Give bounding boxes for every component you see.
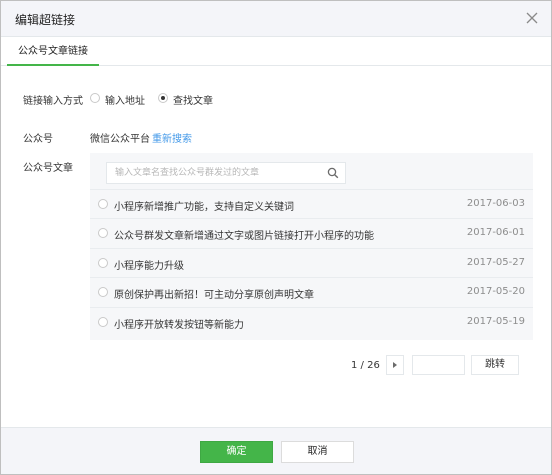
article-title: 小程序新增推广功能，支持自定义关键词: [114, 202, 294, 213]
article-title: 公众号群发文章新增通过文字或图片链接打开小程序的功能: [114, 231, 374, 242]
article-radio[interactable]: [98, 228, 108, 238]
active-tab-indicator: [7, 64, 99, 66]
research-link[interactable]: 重新搜索: [152, 130, 192, 145]
article-search-box: [106, 162, 346, 184]
article-row[interactable]: 小程序开放转发按钮等新能力 2017-05-19: [90, 307, 533, 336]
article-title: 小程序开放转发按钮等新能力: [114, 320, 244, 331]
dialog-footer: 确定 取消: [1, 427, 551, 474]
article-date: 2017-06-01: [466, 227, 525, 238]
account-label: 公众号: [23, 134, 53, 145]
link-method-label: 链接输入方式: [23, 96, 83, 107]
article-title: 小程序能力升级: [114, 261, 184, 272]
article-radio[interactable]: [98, 287, 108, 297]
radio-input-address[interactable]: [90, 93, 100, 103]
radio-input-address-label[interactable]: 输入地址: [105, 92, 145, 107]
edit-hyperlink-dialog: 编辑超链接 公众号文章链接 链接输入方式 输入地址 查找文章 公众号 微信公众平…: [0, 0, 552, 475]
article-row[interactable]: 小程序能力升级 2017-05-27: [90, 248, 533, 277]
article-title: 原创保护再出新招！可主动分享原创声明文章: [114, 290, 314, 301]
page-indicator: 1 / 26: [351, 360, 380, 371]
close-icon[interactable]: [525, 11, 539, 25]
tab-bar: 公众号文章链接: [1, 37, 551, 66]
next-page-button[interactable]: [386, 355, 404, 375]
tab-article-link[interactable]: 公众号文章链接: [7, 37, 99, 66]
article-date: 2017-06-03: [466, 198, 525, 209]
dialog-title: 编辑超链接: [15, 13, 76, 27]
account-name: 微信公众平台: [90, 134, 150, 145]
articles-label: 公众号文章: [23, 163, 73, 174]
dialog-header: 编辑超链接: [1, 1, 551, 37]
search-icon[interactable]: [327, 167, 339, 179]
page-number-input[interactable]: [412, 355, 465, 375]
article-date: 2017-05-27: [466, 257, 525, 268]
radio-find-article[interactable]: [158, 93, 168, 103]
article-radio[interactable]: [98, 317, 108, 327]
jump-button[interactable]: 跳转: [471, 355, 519, 375]
article-row[interactable]: 原创保护再出新招！可主动分享原创声明文章 2017-05-20: [90, 277, 533, 306]
tab-label: 公众号文章链接: [18, 46, 88, 57]
article-radio[interactable]: [98, 199, 108, 209]
cancel-button[interactable]: 取消: [281, 441, 354, 463]
radio-find-article-label[interactable]: 查找文章: [173, 92, 213, 107]
confirm-button[interactable]: 确定: [200, 441, 273, 463]
article-date: 2017-05-20: [466, 286, 525, 297]
article-panel: 小程序新增推广功能，支持自定义关键词 2017-06-03 公众号群发文章新增通…: [90, 153, 533, 340]
article-date: 2017-05-19: [466, 316, 525, 327]
article-row[interactable]: 小程序新增推广功能，支持自定义关键词 2017-06-03: [90, 189, 533, 218]
article-radio[interactable]: [98, 258, 108, 268]
article-row[interactable]: 公众号群发文章新增通过文字或图片链接打开小程序的功能 2017-06-01: [90, 218, 533, 247]
article-search-input[interactable]: [107, 163, 322, 183]
